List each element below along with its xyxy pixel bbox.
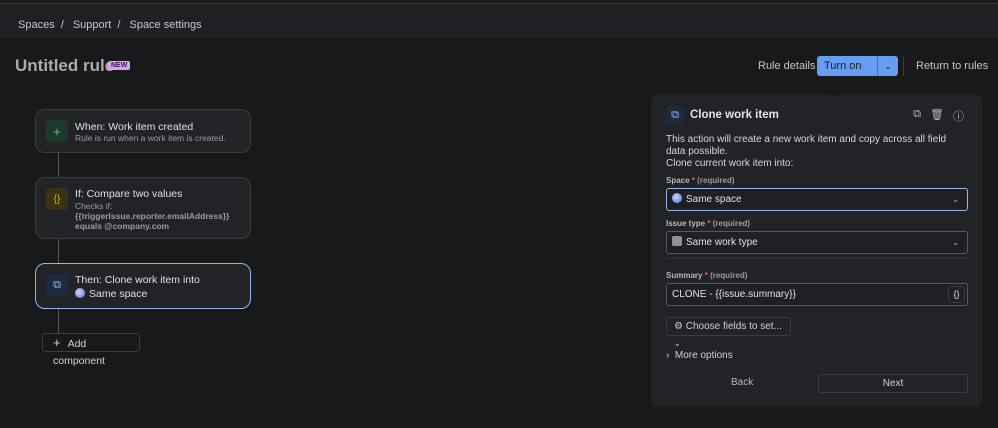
space-value: Same space	[686, 194, 742, 205]
issue-type-value: Same work type	[686, 237, 758, 248]
duplicate-icon[interactable]: ⧉	[913, 108, 921, 124]
divider	[666, 258, 968, 259]
chevron-down-icon: ⌄	[674, 339, 681, 348]
breadcrumb: Spaces / Support / Space settings	[18, 19, 202, 31]
rule-details-button[interactable]: Rule details	[758, 56, 815, 76]
issue-type-select[interactable]: Same work type ⌄	[666, 231, 968, 254]
chevron-down-icon[interactable]: ⌄	[878, 56, 898, 76]
trigger-card[interactable]: + When: Work item created Rule is run wh…	[35, 109, 251, 153]
page-title[interactable]: Untitled rule	[15, 56, 114, 76]
choose-fields-label: Choose fields to set...	[685, 321, 782, 332]
trigger-subtitle: Rule is run when a work item is created.	[75, 133, 226, 143]
clone-icon: ⧉	[46, 274, 68, 296]
panel-description: This action will create a new work item …	[666, 134, 947, 157]
breadcrumb-bar: Spaces / Support / Space settings	[0, 4, 998, 38]
turn-on-rule-button[interactable]: Turn on rule ⌄	[817, 56, 898, 92]
connector	[58, 153, 59, 177]
summary-input[interactable]: CLONE - {{issue.summary}} {}	[666, 283, 968, 306]
action-value: Same space	[89, 288, 148, 300]
more-options-label: More options	[674, 350, 733, 361]
braces-icon: {}	[46, 188, 68, 210]
divider	[903, 56, 904, 76]
plus-icon: +	[46, 120, 68, 142]
next-button[interactable]: Next	[818, 374, 968, 393]
space-label: Space * (required)	[666, 176, 735, 185]
panel-subdescription: Clone current work item into:	[666, 158, 794, 169]
more-options-toggle[interactable]: › More options	[666, 350, 733, 361]
breadcrumb-space-settings[interactable]: Space settings	[129, 19, 201, 31]
back-button[interactable]: Back	[731, 377, 753, 388]
chevron-down-icon: ⌄	[952, 195, 959, 204]
condition-title: If: Compare two values	[75, 188, 183, 200]
connector	[58, 239, 59, 263]
gear-icon: ⚙	[674, 321, 683, 332]
trigger-title: When: Work item created	[75, 121, 194, 133]
space-select[interactable]: Same space ⌄	[666, 188, 968, 211]
space-avatar-icon	[672, 193, 682, 203]
action-title: Then: Clone work item into	[75, 274, 200, 286]
chevron-down-icon: ⌄	[952, 238, 959, 247]
condition-line3: equals @company.com	[75, 221, 170, 231]
panel-title: Clone work item	[690, 109, 779, 121]
return-to-rules-button[interactable]: Return to rules	[916, 56, 988, 76]
condition-line2: {{triggerIssue.reporter.emailAddress}}	[75, 211, 230, 221]
smart-value-braces-icon[interactable]: {}	[948, 286, 965, 303]
new-badge: NEW	[108, 61, 131, 70]
space-avatar-icon	[75, 288, 85, 298]
summary-value[interactable]: CLONE - {{issue.summary}}	[672, 289, 796, 300]
help-icon[interactable]: ⓘ	[953, 108, 964, 124]
condition-line1: Checks if:	[75, 201, 113, 211]
action-card[interactable]: ⧉ Then: Clone work item into Same space	[35, 263, 251, 309]
summary-label: Summary * (required)	[666, 271, 748, 280]
add-component-button[interactable]: + Add component	[42, 333, 140, 367]
connector	[58, 309, 59, 333]
issue-type-label: Issue type * (required)	[666, 219, 751, 228]
choose-fields-button[interactable]: ⚙ Choose fields to set... ⌄	[666, 317, 791, 348]
turn-on-rule-label[interactable]: Turn on rule	[817, 56, 878, 92]
plus-icon: +	[53, 335, 61, 350]
clone-icon: ⧉	[666, 106, 684, 124]
condition-card[interactable]: {} If: Compare two values Checks if: {{t…	[35, 177, 251, 239]
chevron-right-icon: ›	[666, 350, 670, 361]
trash-icon[interactable]: 🗑	[930, 108, 944, 124]
work-type-icon	[672, 236, 682, 246]
breadcrumb-spaces[interactable]: Spaces	[18, 19, 55, 31]
breadcrumb-support[interactable]: Support	[73, 19, 112, 31]
action-config-panel: ⧉ Clone work item ⧉ 🗑 ⓘ This action will c…	[651, 95, 982, 407]
